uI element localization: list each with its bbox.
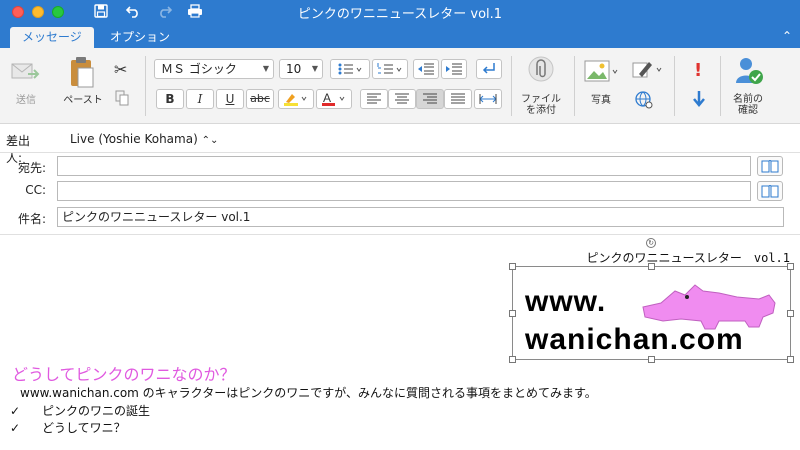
window-title: ピンクのワニニュースレター vol.1 bbox=[297, 7, 503, 22]
checklist-item: ✓ ピンクのワニの誕生 bbox=[10, 402, 150, 419]
chevron-down-icon: ▼ bbox=[262, 64, 269, 73]
resize-handle-bottom[interactable] bbox=[648, 356, 655, 363]
checklist-item-text: ピンクのワニの誕生 bbox=[42, 404, 151, 418]
check-names-label-line2: 確認 bbox=[738, 105, 758, 116]
logo-image[interactable]: www. wanichan.com bbox=[509, 263, 794, 363]
checkmark-icon: ✓ bbox=[10, 404, 21, 418]
resize-handle-top[interactable] bbox=[648, 263, 655, 270]
resize-handle-top-left[interactable] bbox=[509, 263, 516, 270]
underline-button[interactable]: U bbox=[216, 89, 244, 109]
pink-crocodile-icon bbox=[642, 284, 776, 330]
to-field[interactable] bbox=[57, 156, 751, 176]
from-select[interactable]: Live (Yoshie Kohama) ⌃⌄ bbox=[70, 132, 218, 146]
message-header: 差出人: Live (Yoshie Kohama) ⌃⌄ 宛先: CC: 件名:… bbox=[0, 125, 800, 235]
link-globe-icon[interactable] bbox=[634, 90, 654, 113]
increase-indent-button[interactable] bbox=[441, 59, 467, 79]
high-importance-icon[interactable]: ! bbox=[694, 60, 702, 81]
font-name-select[interactable]: ＭＳ ゴシック ▼ bbox=[154, 59, 274, 79]
checklist-item-text: どうしてワニ？ bbox=[42, 421, 126, 435]
subject-field[interactable]: ピンクのワニニュースレター vol.1 bbox=[57, 207, 784, 227]
to-address-book-button[interactable] bbox=[757, 156, 783, 176]
from-value: Live (Yoshie Kohama) bbox=[70, 132, 198, 146]
strikethrough-button[interactable]: abc bbox=[246, 89, 274, 109]
align-right-button[interactable] bbox=[416, 89, 444, 109]
bold-button[interactable]: B bbox=[156, 89, 184, 109]
chevron-down-icon: ▼ bbox=[311, 64, 318, 73]
edit-drawing-icon[interactable] bbox=[632, 60, 664, 83]
font-size-select[interactable]: 10 ▼ bbox=[279, 59, 323, 79]
up-down-chevron-icon: ⌃⌄ bbox=[201, 135, 219, 146]
newsletter-title: ピンクのワニニュースレター vol.1 bbox=[586, 251, 790, 265]
italic-button[interactable]: I bbox=[186, 89, 214, 109]
resize-handle-left[interactable] bbox=[509, 310, 516, 317]
numbering-button[interactable] bbox=[372, 59, 408, 79]
send-icon[interactable] bbox=[10, 60, 40, 89]
ribbon: 送信 ペースト ✂ ＭＳ ゴシック ▼ 10 ▼ B I U abc A ファイ… bbox=[0, 48, 800, 124]
cc-address-book-button[interactable] bbox=[757, 181, 783, 201]
send-label: 送信 bbox=[16, 95, 36, 106]
tab-options[interactable]: オプション bbox=[98, 27, 182, 48]
check-names-label: 名前の 確認 bbox=[728, 94, 768, 116]
copy-icon[interactable] bbox=[115, 90, 129, 109]
title-bar: ピンクのワニニュースレター vol.1 メッセージ オプション ⌃ bbox=[0, 0, 800, 48]
cut-icon[interactable]: ✂ bbox=[114, 60, 127, 79]
check-names-icon[interactable] bbox=[734, 56, 764, 89]
attach-file-label-line1: ファイル bbox=[521, 94, 561, 105]
section-heading: どうしてピンクのワニなのか？ bbox=[12, 365, 236, 384]
photo-label: 写真 bbox=[591, 95, 611, 106]
bullets-button[interactable] bbox=[330, 59, 370, 79]
subject-label: 件名: bbox=[17, 212, 46, 226]
rotate-handle-icon[interactable]: ↻ bbox=[646, 238, 656, 248]
low-importance-icon[interactable] bbox=[691, 90, 707, 111]
font-size-value: 10 bbox=[286, 62, 302, 76]
attach-file-label: ファイル を添付 bbox=[516, 94, 566, 116]
cc-field[interactable] bbox=[57, 181, 751, 201]
svg-text:A: A bbox=[323, 91, 331, 105]
logo-line1: www. bbox=[525, 285, 607, 318]
align-left-button[interactable] bbox=[360, 89, 388, 109]
message-body[interactable]: ピンクのワニニュースレター vol.1 ↻ www. wanichan.com … bbox=[0, 236, 800, 450]
justify-button[interactable] bbox=[444, 89, 472, 109]
paperclip-icon[interactable] bbox=[528, 56, 554, 87]
to-label: 宛先: bbox=[17, 161, 46, 175]
line-break-icon[interactable] bbox=[476, 59, 502, 79]
resize-handle-bottom-right[interactable] bbox=[787, 356, 794, 363]
resize-handle-top-right[interactable] bbox=[787, 263, 794, 270]
attach-file-label-line2: を添付 bbox=[526, 105, 556, 116]
align-center-button[interactable] bbox=[388, 89, 416, 109]
checklist-item: ✓ どうしてワニ？ bbox=[10, 419, 126, 436]
resize-handle-right[interactable] bbox=[787, 310, 794, 317]
chevron-up-icon[interactable]: ⌃ bbox=[782, 29, 792, 43]
highlight-button[interactable] bbox=[278, 89, 314, 109]
distributed-button[interactable] bbox=[474, 89, 502, 109]
font-color-button[interactable]: A bbox=[316, 89, 352, 109]
paste-icon[interactable] bbox=[68, 56, 96, 93]
check-names-label-line1: 名前の bbox=[733, 94, 763, 105]
font-name-value: ＭＳ ゴシック bbox=[161, 62, 237, 76]
photo-icon[interactable] bbox=[584, 60, 620, 87]
cc-label: CC: bbox=[25, 183, 46, 197]
body-paragraph: www.wanichan.com のキャラクターはピンクのワニですが、みんなに質… bbox=[20, 386, 597, 400]
tab-message[interactable]: メッセージ bbox=[10, 27, 94, 48]
paste-label: ペースト bbox=[63, 95, 103, 106]
checkmark-icon: ✓ bbox=[10, 421, 21, 435]
decrease-indent-button[interactable] bbox=[413, 59, 439, 79]
resize-handle-bottom-left[interactable] bbox=[509, 356, 516, 363]
